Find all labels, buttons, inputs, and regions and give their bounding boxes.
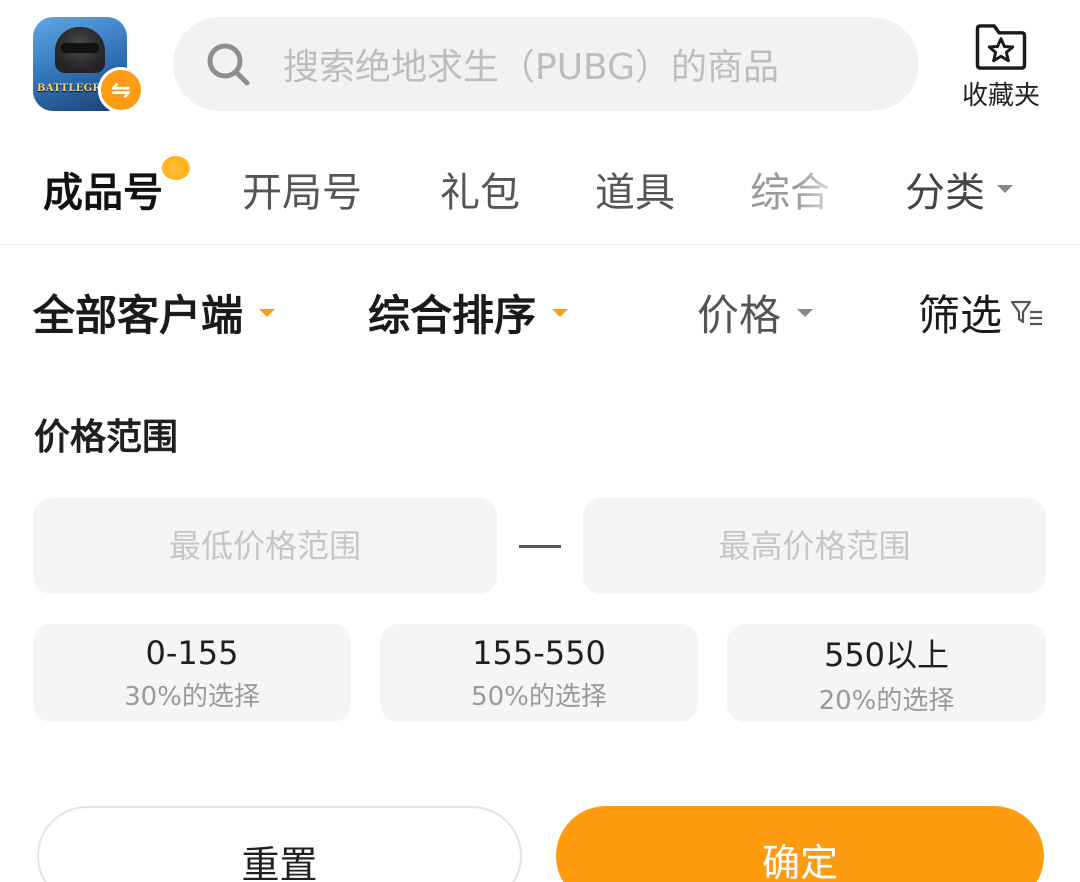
folder-star-icon	[975, 24, 1027, 70]
preset-percent: 30%的选择	[124, 681, 260, 712]
filter-funnel-icon	[1010, 300, 1043, 325]
helmet-visor-art	[61, 43, 99, 53]
screen-filter-button[interactable]: 筛选	[918, 282, 1044, 343]
screen-filter-label: 筛选	[918, 291, 1003, 340]
search-icon	[207, 43, 250, 86]
chevron-down-icon	[552, 308, 569, 317]
filter-page: BATTLEGROUNDS ⇋ 搜索绝地求生（PUBG）的商品 收藏夹 成品号 …	[0, 0, 1080, 882]
active-tab-dot	[162, 156, 190, 180]
preset-range: 550以上	[823, 635, 950, 674]
category-dropdown[interactable]: 分类	[905, 160, 1013, 218]
reset-button[interactable]: 重置	[37, 806, 522, 882]
tab-gift-pack[interactable]: 礼包	[440, 160, 520, 218]
tab-finished-account[interactable]: 成品号	[43, 160, 163, 218]
preset-range: 0-155	[145, 633, 239, 672]
tab-comprehensive[interactable]: 综合	[750, 160, 850, 218]
min-price-input[interactable]	[33, 498, 497, 594]
tab-items[interactable]: 道具	[595, 160, 675, 218]
range-separator	[519, 545, 561, 548]
favorites-button[interactable]: 收藏夹	[955, 22, 1047, 112]
preset-range: 155-550	[472, 633, 606, 672]
price-preset-high[interactable]: 550以上 20%的选择	[727, 624, 1046, 722]
chevron-down-icon	[259, 308, 276, 317]
search-placeholder[interactable]: 搜索绝地求生（PUBG）的商品	[283, 38, 779, 90]
sort-dropdown[interactable]: 综合排序	[368, 282, 569, 343]
max-price-input[interactable]	[583, 498, 1046, 594]
price-preset-low[interactable]: 0-155 30%的选择	[33, 624, 351, 722]
chevron-down-icon	[797, 308, 814, 317]
price-preset-mid[interactable]: 155-550 50%的选择	[380, 624, 698, 722]
price-range-title: 价格范围	[34, 417, 179, 458]
preset-percent: 50%的选择	[471, 681, 607, 712]
swap-icon[interactable]: ⇋	[98, 67, 144, 113]
confirm-button[interactable]: 确定	[556, 806, 1044, 882]
price-dropdown[interactable]: 价格	[697, 282, 814, 343]
price-label: 价格	[697, 291, 782, 340]
favorites-label: 收藏夹	[961, 81, 1040, 111]
client-filter-dropdown[interactable]: 全部客户端	[33, 282, 276, 343]
search-bar[interactable]: 搜索绝地求生（PUBG）的商品	[173, 17, 919, 111]
category-label: 分类	[905, 170, 985, 216]
divider	[0, 244, 1080, 245]
preset-percent: 20%的选择	[818, 685, 955, 716]
client-filter-label: 全部客户端	[33, 291, 244, 340]
chevron-down-icon	[997, 185, 1013, 193]
category-tabs: 成品号 开局号 礼包 道具 综合 分类	[0, 150, 1080, 230]
sort-label: 综合排序	[368, 291, 537, 340]
tab-starter-account[interactable]: 开局号	[242, 160, 362, 218]
